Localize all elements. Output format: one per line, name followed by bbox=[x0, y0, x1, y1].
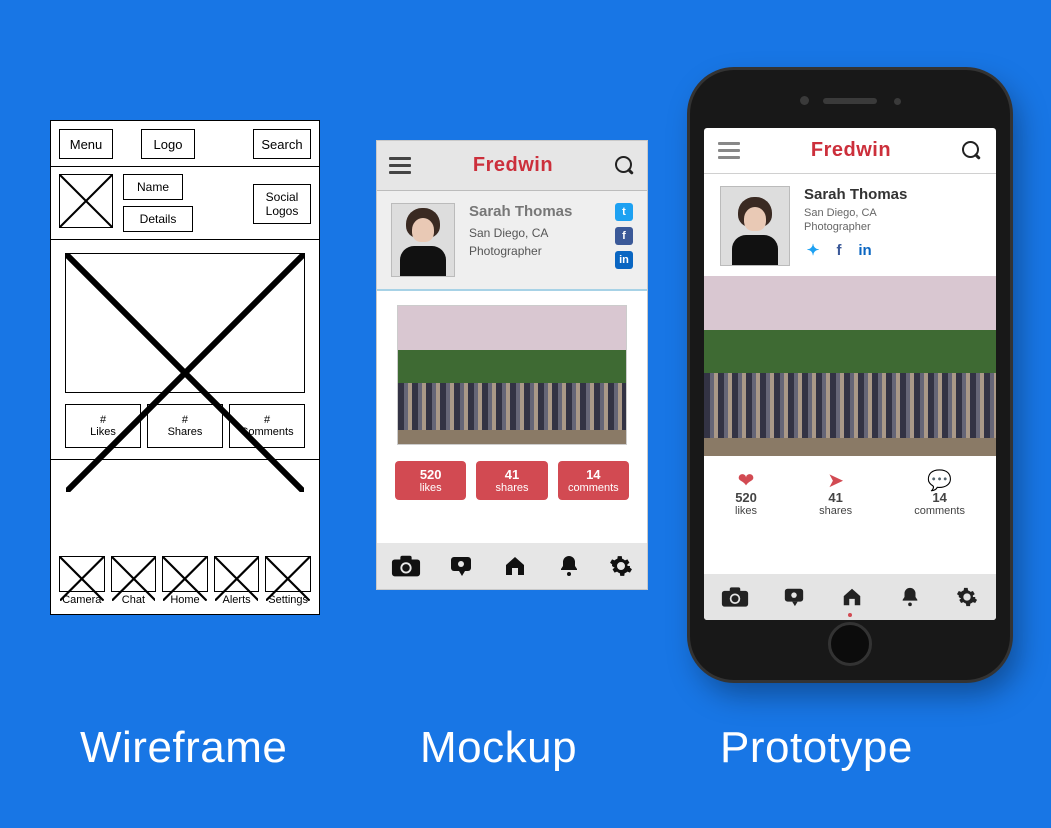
menu-icon[interactable] bbox=[718, 142, 740, 159]
name-placeholder: Name bbox=[123, 174, 183, 200]
profile-location: San Diego, CA bbox=[804, 207, 907, 219]
comments-stat[interactable]: 💬 14 comments bbox=[914, 468, 965, 517]
prototype-header: Fredwin bbox=[704, 128, 996, 174]
mockup-profile-card: Sarah Thomas San Diego, CA Photographer … bbox=[377, 191, 647, 291]
linkedin-icon[interactable]: in bbox=[856, 241, 874, 259]
prototype-stats-row: ❤ 520 likes ➤ 41 shares 💬 14 comments bbox=[704, 456, 996, 525]
twitter-icon[interactable]: t bbox=[615, 203, 633, 221]
social-logos-placeholder[interactable]: Social Logos bbox=[253, 184, 311, 224]
profile-name: Sarah Thomas bbox=[804, 186, 907, 203]
comments-count: 14 bbox=[586, 467, 600, 482]
share-icon: ➤ bbox=[819, 468, 852, 490]
shares-count: 41 bbox=[505, 467, 519, 482]
details-placeholder: Details bbox=[123, 206, 193, 232]
wireframe-panel: Menu Logo Search Name Details Social Log… bbox=[50, 120, 320, 615]
caption-prototype: Prototype bbox=[720, 723, 913, 773]
shares-stat[interactable]: ➤ 41 shares bbox=[819, 468, 852, 517]
shares-pill[interactable]: 41 shares bbox=[476, 461, 547, 500]
camera-icon[interactable] bbox=[721, 586, 749, 608]
menu-placeholder[interactable]: Menu bbox=[59, 129, 113, 159]
likes-pill[interactable]: 520 likes bbox=[395, 461, 466, 500]
comments-pill[interactable]: 14 comments bbox=[558, 461, 629, 500]
phone-front-camera bbox=[800, 96, 809, 105]
likes-label: likes bbox=[735, 505, 757, 517]
comments-count: 14 bbox=[914, 490, 965, 505]
mockup-panel: Fredwin Sarah Thomas San Diego, CA Photo… bbox=[376, 140, 648, 590]
home-icon[interactable] bbox=[502, 554, 528, 578]
shares-label: shares bbox=[819, 505, 852, 517]
search-icon[interactable] bbox=[962, 141, 982, 161]
gear-icon[interactable] bbox=[609, 554, 633, 578]
profile-avatar bbox=[391, 203, 455, 277]
phone-home-button[interactable] bbox=[828, 622, 872, 666]
mockup-bottom-nav bbox=[377, 543, 647, 589]
caption-mockup: Mockup bbox=[420, 723, 577, 773]
linkedin-icon[interactable]: in bbox=[615, 251, 633, 269]
shares-label: shares bbox=[495, 482, 528, 494]
facebook-icon[interactable]: f bbox=[830, 241, 848, 259]
search-placeholder[interactable]: Search bbox=[253, 129, 311, 159]
prototype-screen: Fredwin Sarah Thomas San Diego, CA Photo… bbox=[704, 128, 996, 620]
likes-label: likes bbox=[420, 482, 442, 494]
nav-home[interactable]: Home bbox=[162, 556, 208, 606]
shares-count: 41 bbox=[819, 490, 852, 505]
logo-placeholder: Logo bbox=[141, 129, 195, 159]
chat-icon[interactable] bbox=[448, 554, 474, 578]
wireframe-profile-row: Name Details Social Logos bbox=[59, 174, 311, 232]
feed-photo[interactable] bbox=[397, 305, 627, 445]
bell-icon[interactable] bbox=[556, 554, 582, 578]
facebook-icon[interactable]: f bbox=[615, 227, 633, 245]
phone-speaker bbox=[823, 98, 877, 104]
hero-image-placeholder bbox=[65, 253, 305, 393]
profile-name: Sarah Thomas bbox=[469, 203, 601, 220]
nav-alerts[interactable]: Alerts bbox=[214, 556, 260, 606]
likes-stat[interactable]: ❤ 520 likes bbox=[735, 468, 757, 517]
wireframe-header: Menu Logo Search bbox=[59, 129, 311, 159]
profile-location: San Diego, CA bbox=[469, 226, 601, 240]
profile-role: Photographer bbox=[804, 221, 907, 233]
nav-camera[interactable]: Camera bbox=[59, 556, 105, 606]
wireframe-bottom-nav: Camera Chat Home Alerts Settings bbox=[59, 556, 311, 606]
comments-label: comments bbox=[568, 482, 619, 494]
phone-sensor bbox=[894, 98, 901, 105]
caption-wireframe: Wireframe bbox=[80, 723, 287, 773]
brand-logo: Fredwin bbox=[473, 154, 553, 177]
social-links: ✦ f in bbox=[804, 241, 907, 259]
prototype-bottom-nav bbox=[704, 574, 996, 620]
heart-icon: ❤ bbox=[735, 468, 757, 490]
feed-photo[interactable] bbox=[704, 276, 996, 456]
prototype-profile-card: Sarah Thomas San Diego, CA Photographer … bbox=[704, 174, 996, 276]
mockup-header: Fredwin bbox=[377, 141, 647, 191]
mockup-stats-row: 520 likes 41 shares 14 comments bbox=[377, 455, 647, 514]
home-icon[interactable] bbox=[840, 586, 864, 608]
nav-settings[interactable]: Settings bbox=[265, 556, 311, 606]
profile-role: Photographer bbox=[469, 244, 601, 258]
profile-avatar bbox=[720, 186, 790, 266]
search-icon[interactable] bbox=[615, 156, 635, 176]
twitter-icon[interactable]: ✦ bbox=[804, 241, 822, 259]
camera-icon[interactable] bbox=[391, 554, 421, 578]
social-links: t f in bbox=[615, 203, 633, 269]
comments-label: comments bbox=[914, 505, 965, 517]
nav-indicator-dot bbox=[848, 613, 852, 617]
comment-icon: 💬 bbox=[914, 468, 965, 490]
chat-icon[interactable] bbox=[782, 586, 806, 608]
brand-logo: Fredwin bbox=[811, 139, 891, 162]
likes-count: 520 bbox=[735, 490, 757, 505]
likes-count: 520 bbox=[420, 467, 442, 482]
gear-icon[interactable] bbox=[955, 586, 979, 608]
nav-chat[interactable]: Chat bbox=[111, 556, 157, 606]
bell-icon[interactable] bbox=[898, 586, 922, 608]
avatar-placeholder bbox=[59, 174, 113, 228]
prototype-phone: Fredwin Sarah Thomas San Diego, CA Photo… bbox=[690, 70, 1010, 680]
menu-icon[interactable] bbox=[389, 157, 411, 174]
